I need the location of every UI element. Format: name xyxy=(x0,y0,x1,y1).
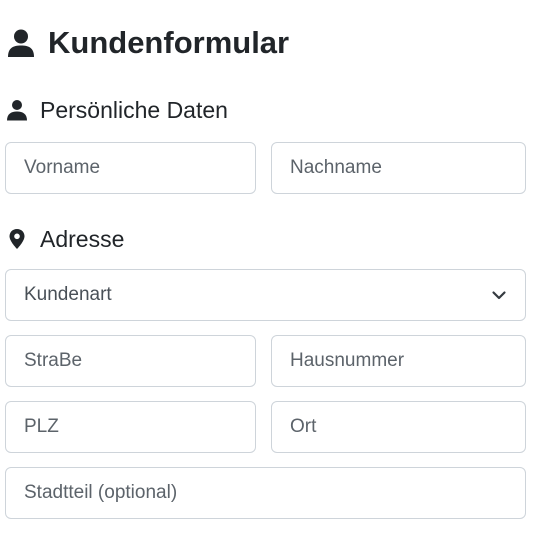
chevron-down-icon xyxy=(491,287,507,303)
user-icon xyxy=(6,99,28,121)
section-address: Adresse xyxy=(6,224,124,254)
city-input[interactable] xyxy=(271,401,526,453)
page-title: Kundenformular xyxy=(48,25,290,60)
housenumber-input[interactable] xyxy=(271,335,526,387)
user-icon xyxy=(6,28,36,58)
zip-input[interactable] xyxy=(5,401,256,453)
customer-type-select[interactable]: Kundenart xyxy=(5,269,526,321)
section-heading-personal: Persönliche Daten xyxy=(40,97,228,123)
section-personal-data: Persönliche Daten xyxy=(6,95,228,125)
form-header: Kundenformular xyxy=(6,22,289,64)
street-input[interactable] xyxy=(5,335,256,387)
map-marker-icon xyxy=(6,228,28,250)
lastname-input[interactable] xyxy=(271,142,526,194)
section-heading-address: Adresse xyxy=(40,226,125,252)
district-input[interactable] xyxy=(5,467,526,519)
firstname-input[interactable] xyxy=(5,142,256,194)
customer-type-selected: Kundenart xyxy=(24,284,112,305)
